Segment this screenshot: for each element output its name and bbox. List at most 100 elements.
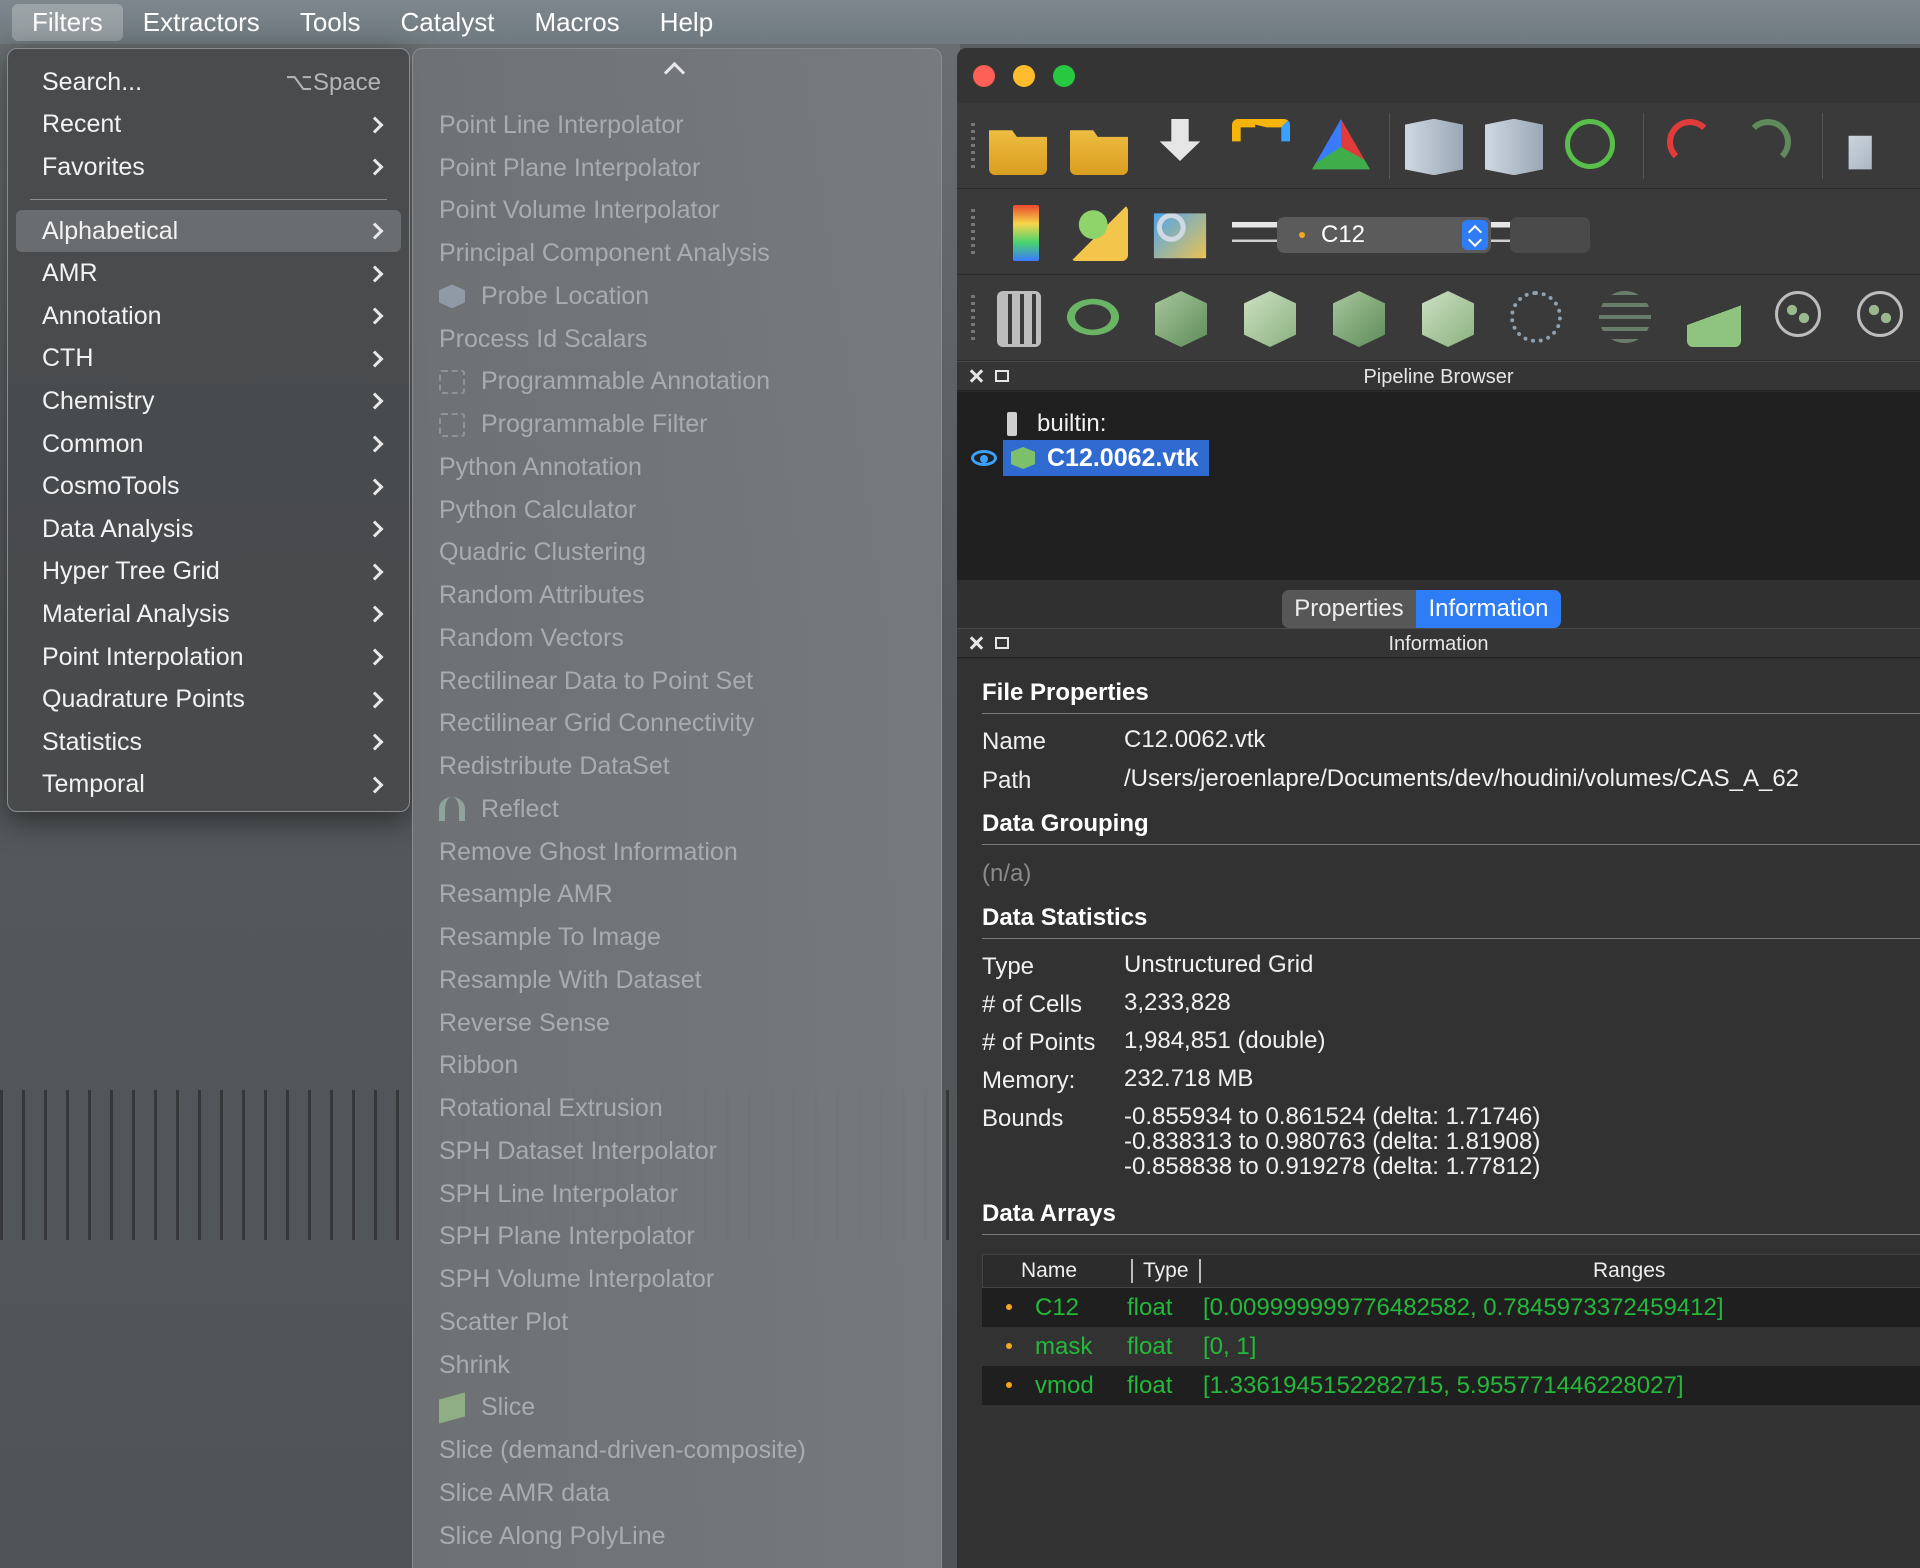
history-clock-icon[interactable] [1565,119,1615,169]
redo-icon[interactable] [1745,119,1791,165]
glyph-icon[interactable] [1510,291,1562,343]
toolbar-grip[interactable] [971,123,975,169]
column-header-name[interactable]: Name [1021,1259,1077,1283]
menu-item-data-analysis[interactable]: Data Analysis [16,508,401,551]
submenu-item[interactable]: Point Plane Interpolator [413,147,941,190]
clip-icon[interactable] [1155,291,1207,347]
tab-information[interactable]: Information [1416,590,1561,628]
pipeline-server-node[interactable]: builtin: [1007,410,1106,438]
extract-subset-icon[interactable] [1422,291,1474,347]
submenu-item[interactable]: Slice Generic Dataset [413,1558,941,1568]
table-row[interactable]: mask float [0, 1] [982,1327,1920,1366]
menu-catalyst[interactable]: Catalyst [381,4,515,41]
open-folder-icon[interactable] [989,130,1047,175]
submenu-item[interactable]: SPH Dataset Interpolator [413,1130,941,1173]
menu-item-quadrature-points[interactable]: Quadrature Points [16,678,401,721]
tab-properties[interactable]: Properties [1282,590,1416,628]
book-remove-icon[interactable] [1485,119,1543,175]
menu-filters[interactable]: Filters [12,3,123,41]
submenu-item[interactable]: Slice Along PolyLine [413,1515,941,1558]
submenu-item[interactable]: Rectilinear Data to Point Set [413,660,941,703]
menu-item-hyper-tree-grid[interactable]: Hyper Tree Grid [16,551,401,594]
submenu-item[interactable]: Python Calculator [413,489,941,532]
menu-item-alphabetical[interactable]: Alphabetical [16,209,401,253]
shapes-icon[interactable] [1070,205,1128,261]
submenu-item[interactable]: Shrink [413,1344,941,1387]
submenu-item[interactable]: Resample To Image [413,916,941,959]
submenu-item[interactable]: Process Id Scalars [413,318,941,361]
variable-select[interactable]: C12 [1277,217,1491,253]
undo-icon[interactable] [1667,119,1713,165]
component-select[interactable] [1510,217,1590,253]
color-legend-icon[interactable] [1013,205,1039,261]
menu-item-temporal[interactable]: Temporal [16,764,401,807]
group-datasets-icon[interactable] [1775,291,1821,337]
save-state-icon[interactable] [1070,130,1128,175]
submenu-item[interactable]: Random Vectors [413,617,941,660]
stream-tracer-icon[interactable] [1599,291,1651,343]
menu-item-material-analysis[interactable]: Material Analysis [16,593,401,636]
submenu-item[interactable]: Programmable Annotation [413,361,941,404]
window-zoom-button[interactable] [1053,65,1075,87]
book-icon[interactable] [1405,119,1463,175]
flask-icon[interactable] [1312,119,1370,170]
pipeline-source-node[interactable]: C12.0062.vtk [1003,440,1209,476]
menu-item-amr[interactable]: AMR [16,252,401,295]
menu-macros[interactable]: Macros [514,4,639,41]
menu-item-common[interactable]: Common [16,423,401,466]
toolbar-grip[interactable] [971,295,975,341]
connect-icon[interactable] [1232,119,1290,142]
download-icon[interactable] [1159,119,1201,161]
menu-item-chemistry[interactable]: Chemistry [16,380,401,423]
submenu-item[interactable]: Python Annotation [413,446,941,489]
close-panel-icon[interactable] [967,367,985,385]
submenu-item[interactable]: Point Volume Interpolator [413,190,941,233]
scroll-up-chevron-icon[interactable] [663,59,683,79]
menu-item-cosmotools[interactable]: CosmoTools [16,465,401,508]
column-header-ranges[interactable]: Ranges [1593,1259,1665,1283]
slice-icon[interactable] [1244,291,1296,347]
float-panel-icon[interactable] [995,637,1009,649]
contour-icon[interactable] [1058,292,1128,342]
menu-item-annotation[interactable]: Annotation [16,295,401,338]
menu-item-search[interactable]: Search... ⌥Space [16,61,401,104]
submenu-item[interactable]: Scatter Plot [413,1301,941,1344]
threshold-icon[interactable] [1333,291,1385,347]
menu-item-favorites[interactable]: Favorites [16,146,401,189]
submenu-item[interactable]: Principal Component Analysis [413,232,941,275]
submenu-item[interactable]: Probe Location [413,275,941,318]
submenu-item[interactable]: Random Attributes [413,574,941,617]
submenu-item[interactable]: Reflect [413,788,941,831]
link-icon[interactable] [1153,213,1207,259]
submenu-item[interactable]: SPH Volume Interpolator [413,1258,941,1301]
menu-extractors[interactable]: Extractors [123,4,280,41]
menu-tools[interactable]: Tools [280,4,381,41]
submenu-item[interactable]: Quadric Clustering [413,532,941,575]
submenu-item[interactable]: Redistribute DataSet [413,745,941,788]
submenu-item[interactable]: Resample With Dataset [413,959,941,1002]
submenu-item[interactable]: Remove Ghost Information [413,831,941,874]
submenu-item[interactable]: SPH Plane Interpolator [413,1216,941,1259]
menu-item-point-interpolation[interactable]: Point Interpolation [16,636,401,679]
submenu-item[interactable]: Resample AMR [413,874,941,917]
menu-help[interactable]: Help [640,4,733,41]
table-row[interactable]: C12 float [0.009999999776482582, 0.7845973… [982,1288,1920,1327]
submenu-item[interactable]: Programmable Filter [413,403,941,446]
submenu-item[interactable]: Rotational Extrusion [413,1087,941,1130]
window-close-button[interactable] [973,65,995,87]
submenu-item[interactable]: Ribbon [413,1045,941,1088]
menu-item-statistics[interactable]: Statistics [16,721,401,764]
extract-level-icon[interactable] [1857,291,1903,337]
window-minimize-button[interactable] [1013,65,1035,87]
calculator-icon[interactable] [997,291,1041,347]
table-row[interactable]: vmod float [1.3361945152282715, 5.95577144… [982,1366,1920,1405]
submenu-item[interactable]: Slice (demand-driven-composite) [413,1429,941,1472]
submenu-item[interactable]: Point Line Interpolator [413,104,941,147]
menu-item-cth[interactable]: CTH [16,338,401,381]
submenu-item[interactable]: SPH Line Interpolator [413,1173,941,1216]
cube-arrow-icon[interactable] [1848,135,1872,170]
eye-visibility-icon[interactable] [971,450,997,466]
float-panel-icon[interactable] [995,370,1009,382]
submenu-item[interactable]: Slice AMR data [413,1472,941,1515]
warp-icon[interactable] [1687,291,1741,347]
